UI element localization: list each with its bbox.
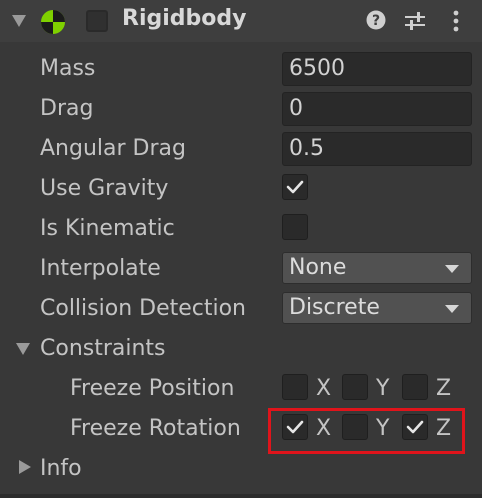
interpolate-dropdown[interactable]: None xyxy=(282,252,472,284)
component-header: Rigidbody ? xyxy=(0,0,482,42)
use-gravity-checkbox[interactable] xyxy=(282,174,308,200)
collision-detection-label: Collision Detection xyxy=(40,296,247,321)
mass-field[interactable]: 6500 xyxy=(282,52,472,86)
freeze-position-z-label: Z xyxy=(436,376,452,401)
sliders-icon[interactable] xyxy=(404,10,426,32)
interpolate-value: None xyxy=(289,255,347,280)
use-gravity-label: Use Gravity xyxy=(40,176,169,201)
enable-toggle[interactable] xyxy=(86,10,108,32)
drag-field[interactable]: 0 xyxy=(282,92,472,126)
chevron-down-icon xyxy=(445,265,459,273)
collision-detection-value: Discrete xyxy=(289,295,380,320)
help-icon[interactable]: ? xyxy=(366,10,386,30)
freeze-position-x-checkbox[interactable] xyxy=(282,374,308,400)
info-foldout-icon[interactable] xyxy=(19,460,31,474)
freeze-rotation-label: Freeze Rotation xyxy=(70,416,241,441)
constraints-foldout-icon[interactable] xyxy=(16,343,30,355)
is-kinematic-checkbox[interactable] xyxy=(282,214,308,240)
panel-divider xyxy=(0,494,482,498)
freeze-position-label: Freeze Position xyxy=(70,376,235,401)
info-label[interactable]: Info xyxy=(40,456,82,481)
mass-label: Mass xyxy=(40,56,96,81)
component-title: Rigidbody xyxy=(122,6,247,31)
freeze-position-z-checkbox[interactable] xyxy=(402,374,428,400)
checkmark-icon xyxy=(286,180,304,194)
collision-detection-dropdown[interactable]: Discrete xyxy=(282,292,472,324)
drag-label: Drag xyxy=(40,96,94,121)
interpolate-label: Interpolate xyxy=(40,256,161,281)
is-kinematic-label: Is Kinematic xyxy=(40,216,175,241)
constraints-label[interactable]: Constraints xyxy=(40,336,166,361)
angular-drag-label: Angular Drag xyxy=(40,136,186,161)
freeze-position-y-checkbox[interactable] xyxy=(342,374,368,400)
freeze-position-x-label: X xyxy=(316,376,332,401)
svg-text:?: ? xyxy=(372,13,380,29)
kebab-menu-icon[interactable] xyxy=(452,9,460,33)
highlight-box xyxy=(268,408,465,454)
chevron-down-icon xyxy=(445,305,459,313)
rigidbody-icon xyxy=(40,9,66,35)
component-foldout-icon[interactable] xyxy=(12,15,26,27)
freeze-position-y-label: Y xyxy=(376,376,390,401)
angular-drag-field[interactable]: 0.5 xyxy=(282,132,472,166)
